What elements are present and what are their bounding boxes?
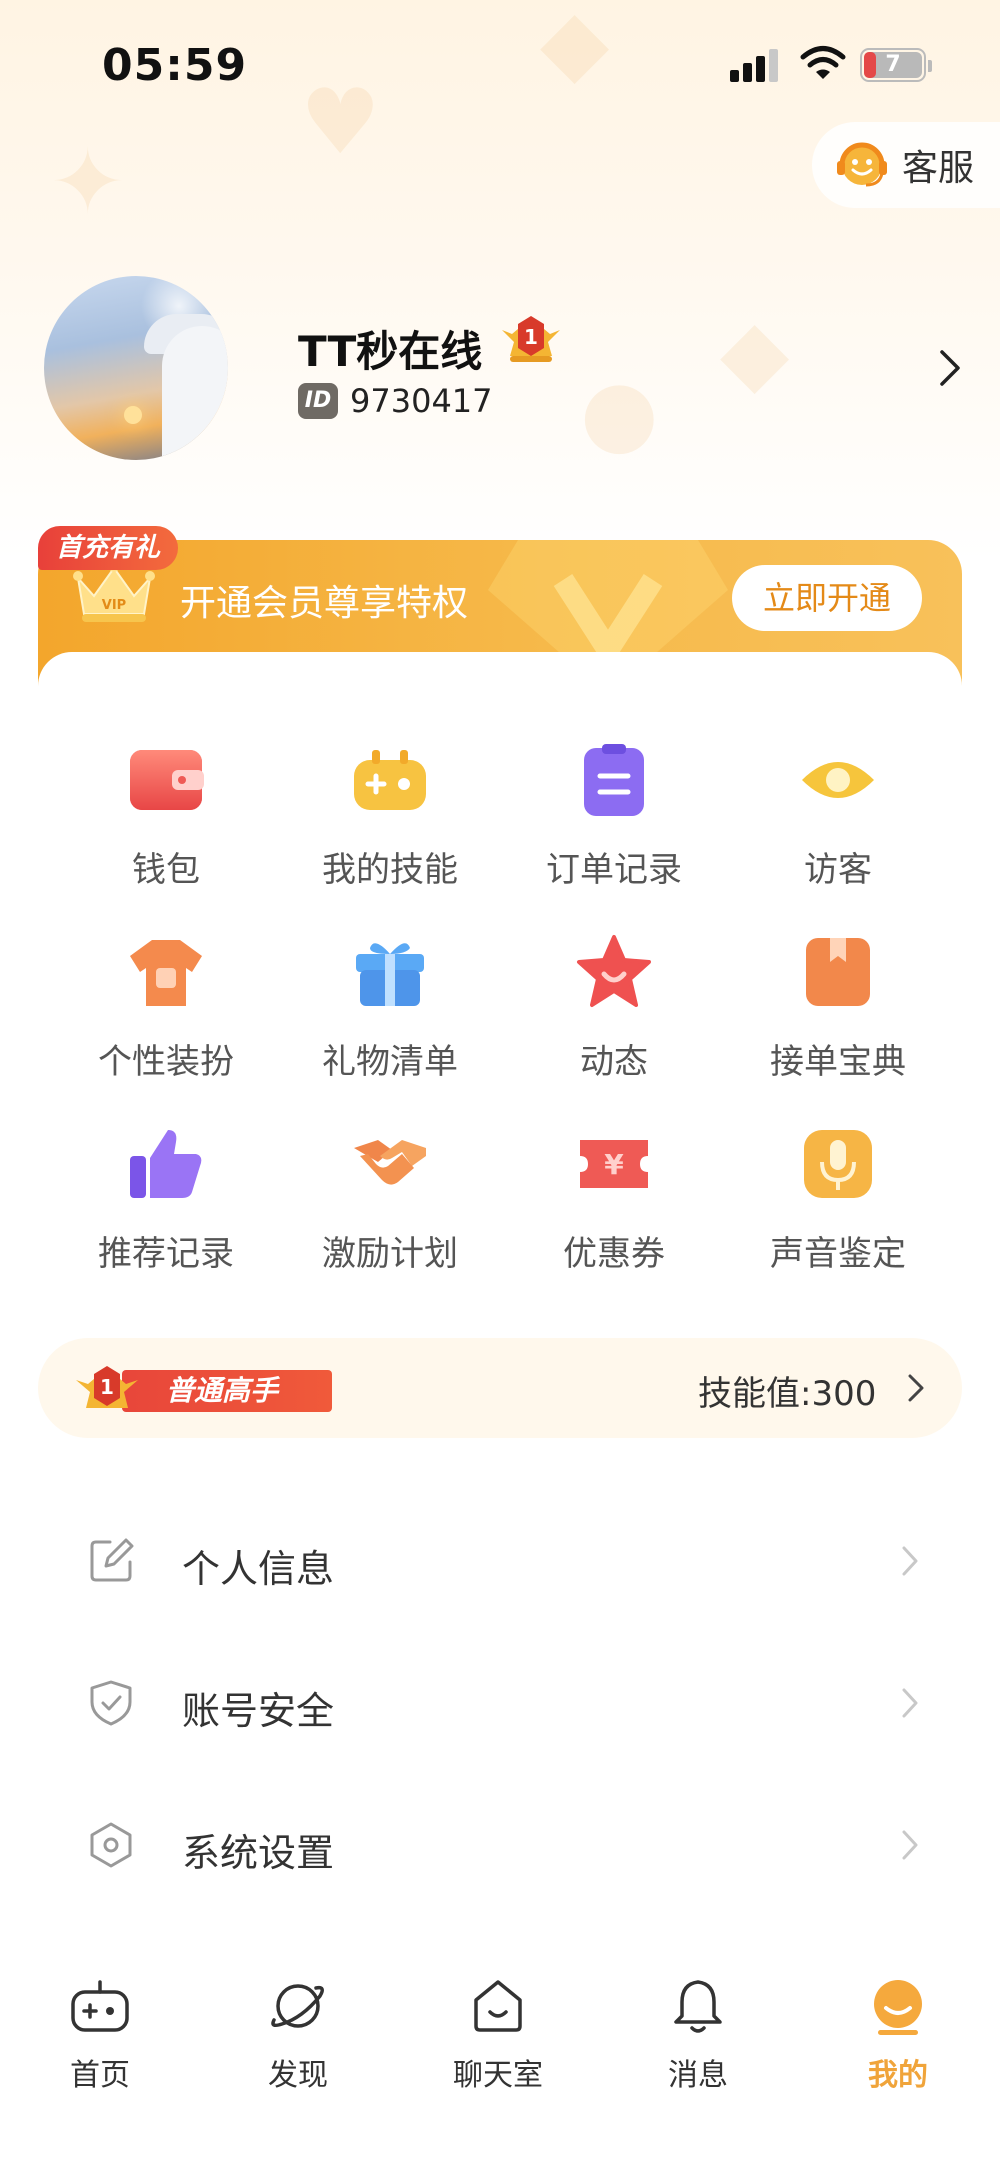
- avatar[interactable]: [44, 276, 228, 460]
- list-item-label: 个人信息: [182, 1547, 335, 1591]
- svg-text:¥: ¥: [604, 1148, 624, 1181]
- gamepad-icon: [354, 750, 426, 810]
- profile-face-icon: [874, 1980, 922, 2035]
- grid-item-wallet[interactable]: 钱包: [54, 742, 278, 912]
- tab-label: 我的: [868, 2058, 928, 2093]
- grid-item-visitors[interactable]: 访客: [726, 742, 950, 912]
- level-badge-number: 1: [524, 325, 538, 349]
- customer-service-label: 客服: [902, 148, 975, 189]
- coupon-icon: ¥: [580, 1140, 648, 1188]
- tab-label: 聊天室: [453, 2058, 543, 2093]
- shield-check-icon: [90, 1680, 132, 1726]
- grid-item-voice-appraisal[interactable]: 声音鉴定: [726, 1126, 950, 1296]
- handshake-icon: [354, 1140, 426, 1185]
- grid-label: 个性装扮: [98, 1042, 234, 1082]
- list-item-label: 系统设置: [182, 1831, 335, 1875]
- user-name: TT秒在线: [298, 327, 483, 376]
- chat-house-icon: [474, 1980, 522, 2032]
- thumbs-up-icon: [130, 1130, 202, 1198]
- tshirt-icon: [130, 940, 202, 1006]
- tab-label: 首页: [70, 2058, 130, 2093]
- grid-label: 优惠券: [563, 1234, 665, 1274]
- eye-icon: [802, 762, 874, 798]
- bottom-tab-bar: 首页 发现 聊天室 消息 我的: [0, 1940, 1000, 2165]
- bell-icon: [674, 1980, 722, 2033]
- grid-item-my-skills[interactable]: 我的技能: [278, 742, 502, 912]
- status-bar: 05:59 7: [0, 0, 1000, 130]
- vip-banner-text: 开通会员尊享特权: [180, 583, 469, 624]
- grid-item-incentive-plan[interactable]: 激励计划: [278, 1126, 502, 1296]
- grid-label: 推荐记录: [98, 1234, 234, 1274]
- gift-icon: [356, 943, 424, 1006]
- book-icon: [806, 938, 870, 1006]
- grid-label: 钱包: [132, 850, 200, 890]
- id-icon: ID: [298, 383, 338, 419]
- grid-item-coupons[interactable]: ¥ 优惠券: [502, 1126, 726, 1296]
- battery-tip: [928, 60, 932, 72]
- wallet-icon: [130, 750, 204, 810]
- user-id: 9730417: [350, 382, 493, 420]
- grid-label: 礼物清单: [322, 1042, 458, 1082]
- list-item-personal-info[interactable]: 个人信息: [38, 1500, 962, 1620]
- wifi-icon: [800, 46, 846, 79]
- decor-star-icon: ✦: [50, 130, 126, 235]
- tab-chat-room[interactable]: 聊天室: [408, 1976, 588, 2096]
- grid-label: 接单宝典: [770, 1042, 906, 1082]
- status-time: 05:59: [102, 40, 248, 91]
- chevron-right-icon: [902, 1688, 918, 1718]
- skill-level-label: 普通高手: [122, 1370, 332, 1412]
- planet-icon: [271, 1984, 324, 2028]
- grid-item-recommend-records[interactable]: 推荐记录: [54, 1126, 278, 1296]
- tab-home[interactable]: 首页: [10, 1976, 190, 2096]
- chevron-right-icon[interactable]: [936, 348, 964, 388]
- vip-crown-icon: VIP: [73, 562, 155, 622]
- list-item-label: 账号安全: [182, 1689, 335, 1733]
- user-id-row: ID 9730417: [298, 382, 493, 420]
- tab-discover[interactable]: 发现: [208, 1976, 388, 2096]
- battery-level: 7: [885, 52, 901, 77]
- grid-item-order-guide[interactable]: 接单宝典: [726, 934, 950, 1104]
- open-vip-button[interactable]: 立即开通: [732, 565, 922, 631]
- clipboard-icon: [584, 744, 644, 816]
- skill-level-bar[interactable]: 普通高手 1 技能值:300: [38, 1338, 962, 1438]
- grid-item-gift-list[interactable]: 礼物清单: [278, 934, 502, 1104]
- grid-label: 激励计划: [322, 1234, 458, 1274]
- chevron-right-icon: [908, 1374, 924, 1402]
- customer-service-button[interactable]: 客服: [812, 122, 1000, 208]
- gamepad-tab-icon: [71, 1980, 129, 2032]
- skill-badge-number: 1: [100, 1375, 114, 1399]
- star-icon: [577, 935, 651, 1007]
- first-charge-tag: 首充有礼: [38, 526, 179, 570]
- grid-item-moments[interactable]: 动态: [502, 934, 726, 1104]
- grid-label: 订单记录: [546, 850, 682, 890]
- grid-item-order-records[interactable]: 订单记录: [502, 742, 726, 912]
- tab-label: 消息: [668, 2058, 728, 2093]
- tab-mine[interactable]: 我的: [808, 1976, 988, 2096]
- list-item-system-settings[interactable]: 系统设置: [38, 1784, 962, 1904]
- list-item-account-security[interactable]: 账号安全: [38, 1642, 962, 1762]
- microphone-icon: [804, 1130, 872, 1198]
- hexagon-settings-icon: [90, 1822, 132, 1868]
- grid-label: 访客: [804, 850, 872, 890]
- skill-crown-icon: 1: [76, 1366, 138, 1408]
- grid-label: 我的技能: [322, 850, 458, 890]
- level-crown-badge-icon: 1: [502, 316, 560, 362]
- skill-value: 技能值:300: [698, 1374, 877, 1414]
- grid-label: 声音鉴定: [770, 1234, 906, 1274]
- tab-messages[interactable]: 消息: [608, 1976, 788, 2096]
- headset-smiley-icon: [837, 142, 887, 187]
- decor-circle-icon: ●: [580, 360, 659, 465]
- grid-item-personal-dress[interactable]: 个性装扮: [54, 934, 278, 1104]
- cellular-signal-icon: [730, 48, 782, 82]
- decor-diamond-icon: ◆: [720, 300, 790, 405]
- chevron-right-icon: [902, 1546, 918, 1576]
- tab-label: 发现: [268, 2058, 328, 2093]
- chevron-right-icon: [902, 1830, 918, 1860]
- features-card: 钱包 我的技能 订单记录 访客 个性装扮 礼物清单 动态 接单宝典 推荐记录 激…: [38, 652, 962, 1312]
- edit-icon: [90, 1538, 134, 1582]
- grid-label: 动态: [580, 1042, 648, 1082]
- battery-icon: 7: [860, 48, 926, 82]
- vip-crown-text: VIP: [102, 598, 126, 613]
- skill-level-badge: 普通高手 1: [72, 1364, 332, 1414]
